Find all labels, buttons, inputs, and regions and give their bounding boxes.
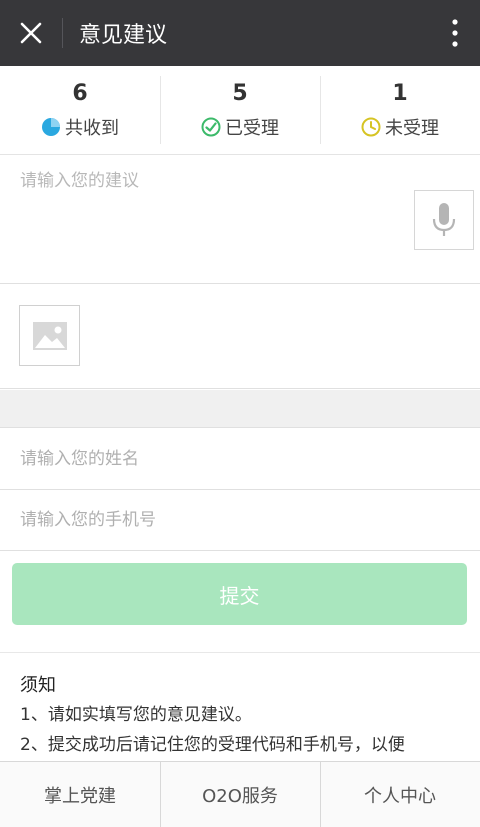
- more-vertical-icon: [452, 19, 458, 47]
- suggestion-stats: 6 共收到 5 已受理 1 未受理: [0, 66, 480, 155]
- suggestion-section: [0, 156, 480, 284]
- tab-o2o-service[interactable]: O2O服务: [160, 762, 320, 827]
- tab-personal-center[interactable]: 个人中心: [320, 762, 480, 827]
- section-gap: [0, 390, 480, 428]
- notice-title: 须知: [20, 675, 56, 696]
- stat-pending-label: 未受理: [385, 118, 439, 139]
- submit-button[interactable]: 提交: [12, 563, 467, 625]
- name-field-row: [0, 429, 480, 490]
- stat-pending-count: 1: [392, 81, 408, 106]
- image-upload-section: [0, 285, 480, 389]
- more-options-button[interactable]: [430, 0, 480, 66]
- phone-input[interactable]: [0, 490, 480, 550]
- stat-accepted-count: 5: [232, 81, 248, 106]
- suggestion-input[interactable]: [10, 162, 405, 272]
- bottom-tab-bar: 掌上党建 O2O服务 个人中心: [0, 761, 480, 827]
- phone-field-row: [0, 490, 480, 551]
- stat-total-count: 6: [72, 81, 88, 106]
- submit-section: 提交: [0, 551, 480, 653]
- stat-total-label: 共收到: [65, 118, 119, 139]
- close-button[interactable]: [0, 0, 62, 66]
- header-divider: [62, 18, 63, 48]
- notice-line: 2、提交成功后请记住您的受理代码和手机号，以便: [20, 735, 405, 755]
- notice-section: 须知 1、请如实填写您的意见建议。 2、提交成功后请记住您的受理代码和手机号，以…: [0, 654, 480, 762]
- stat-pending[interactable]: 1 未受理: [320, 66, 480, 154]
- add-image-button[interactable]: [19, 305, 80, 366]
- page-title: 意见建议: [79, 23, 168, 48]
- close-icon: [20, 22, 42, 44]
- notice-line: 1、请如实填写您的意见建议。: [20, 705, 252, 725]
- name-input[interactable]: [0, 429, 480, 489]
- clock-icon: [361, 117, 381, 137]
- voice-input-button[interactable]: [414, 190, 474, 250]
- check-circle-icon: [201, 117, 221, 137]
- microphone-icon: [432, 203, 456, 236]
- pie-chart-icon: [42, 118, 60, 136]
- stat-accepted-label: 已受理: [225, 118, 279, 139]
- tab-party-building[interactable]: 掌上党建: [0, 762, 160, 827]
- stat-accepted[interactable]: 5 已受理: [160, 66, 320, 154]
- top-app-bar: 意见建议: [0, 0, 480, 66]
- image-icon: [32, 321, 67, 350]
- stat-total[interactable]: 6 共收到: [0, 66, 160, 154]
